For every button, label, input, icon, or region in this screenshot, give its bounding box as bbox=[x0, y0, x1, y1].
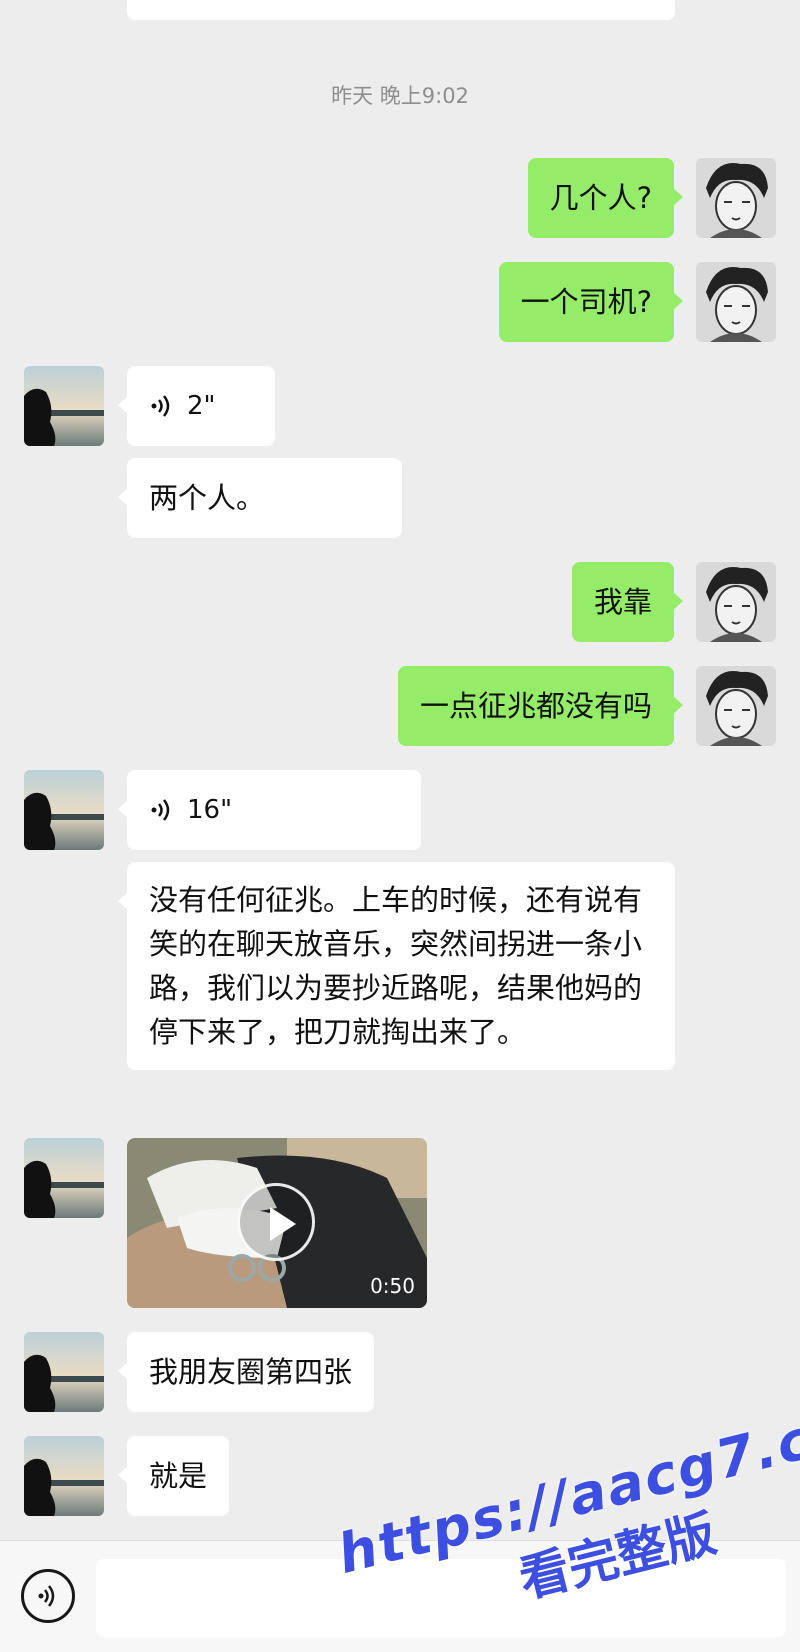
voice-duration: 16" bbox=[187, 795, 233, 825]
contact-avatar[interactable] bbox=[24, 770, 104, 850]
incoming-message[interactable]: 我朋友圈第四张 bbox=[117, 1332, 375, 1412]
incoming-message[interactable]: 就是 bbox=[117, 1436, 230, 1516]
my-avatar[interactable] bbox=[696, 262, 776, 342]
voice-duration: 2" bbox=[187, 391, 216, 421]
previous-message-bubble bbox=[127, 0, 675, 20]
video-message[interactable]: 0:50 bbox=[127, 1138, 427, 1308]
my-avatar[interactable] bbox=[696, 666, 776, 746]
video-duration: 0:50 bbox=[370, 1274, 415, 1298]
contact-avatar[interactable] bbox=[24, 1138, 104, 1218]
voice-message[interactable]: 2" bbox=[118, 366, 275, 446]
outgoing-message[interactable]: 我靠 bbox=[571, 562, 684, 642]
my-avatar[interactable] bbox=[696, 562, 776, 642]
chat-timestamp: 昨天 晚上9:02 bbox=[331, 84, 469, 108]
voice-wave-icon bbox=[151, 395, 170, 417]
contact-avatar[interactable] bbox=[24, 1332, 104, 1412]
outgoing-message[interactable]: 一点征兆都没有吗 bbox=[397, 666, 684, 746]
input-bar bbox=[0, 1540, 800, 1652]
my-avatar[interactable] bbox=[696, 158, 776, 238]
voice-message[interactable]: 16" bbox=[118, 770, 421, 850]
incoming-message[interactable]: 两个人。 bbox=[118, 458, 402, 538]
message-input[interactable] bbox=[96, 1559, 786, 1637]
incoming-message[interactable]: 没有任何征兆。上车的时候，还有说有笑的在聊天放音乐，突然间拐进一条小路，我们以为… bbox=[118, 862, 675, 1070]
contact-avatar[interactable] bbox=[24, 1436, 104, 1516]
outgoing-message[interactable]: 几个人? bbox=[527, 158, 684, 238]
play-icon[interactable] bbox=[237, 1183, 315, 1261]
voice-toggle-icon[interactable] bbox=[21, 1569, 75, 1623]
outgoing-message[interactable]: 一个司机? bbox=[498, 262, 684, 342]
contact-avatar[interactable] bbox=[24, 366, 104, 446]
voice-wave-icon bbox=[151, 799, 170, 821]
